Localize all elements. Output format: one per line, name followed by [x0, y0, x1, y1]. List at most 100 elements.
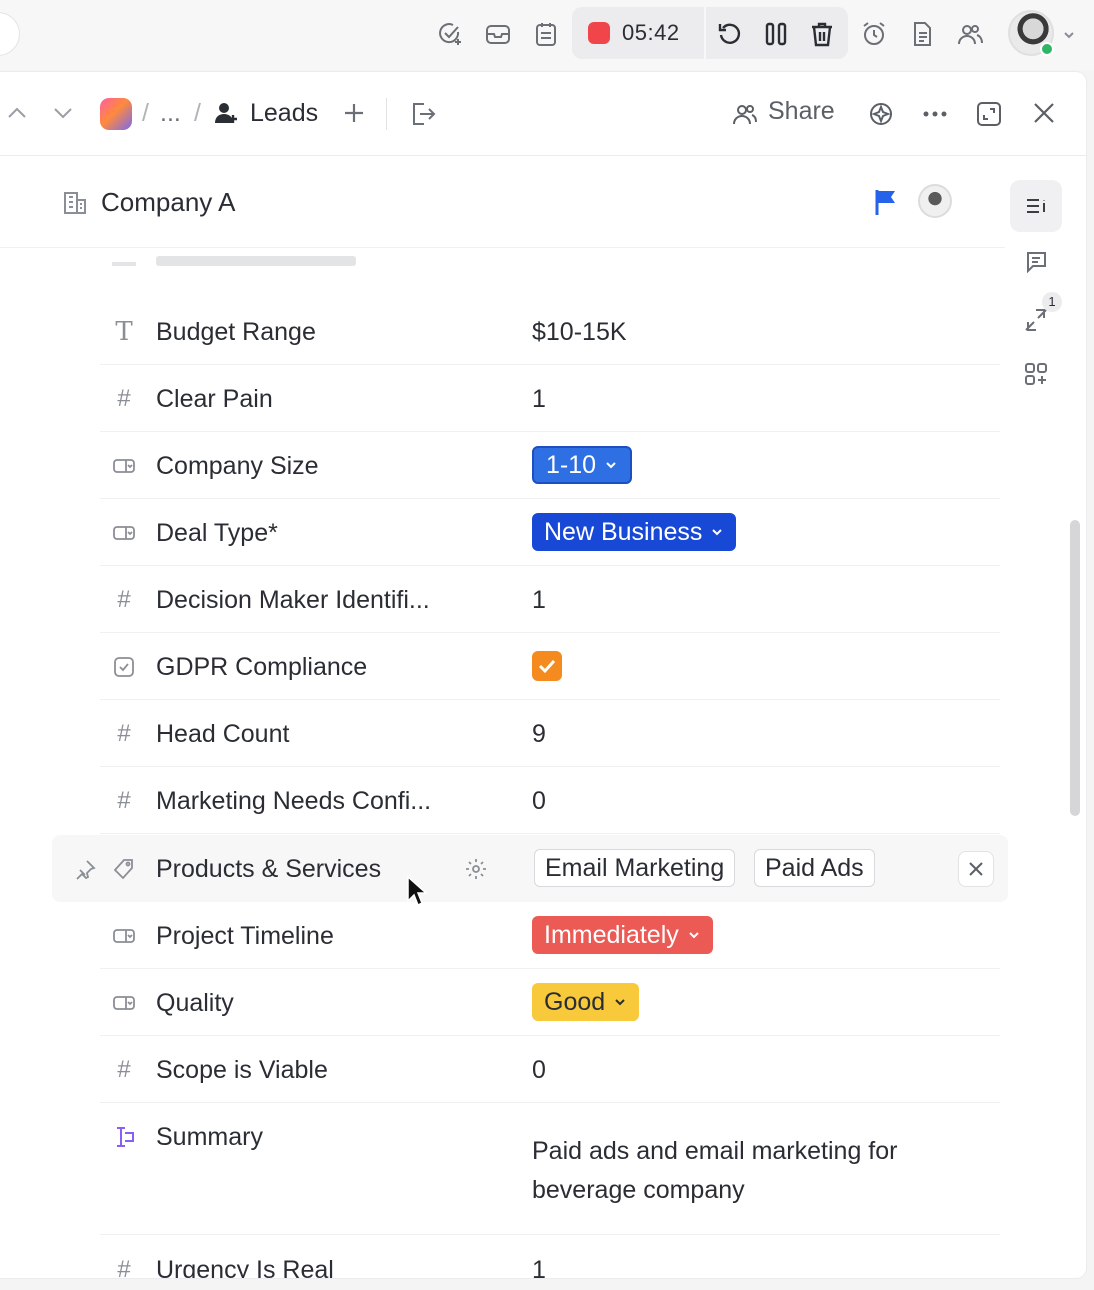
- field-row-head-count[interactable]: # Head Count 9: [100, 700, 1000, 767]
- field-row-scope-viable[interactable]: # Scope is Viable 0: [100, 1036, 1000, 1103]
- breadcrumb-ellipsis[interactable]: ...: [160, 99, 181, 128]
- hash-icon: #: [117, 787, 131, 814]
- tag-icon: [112, 857, 136, 881]
- expand-icon[interactable]: [976, 101, 1002, 127]
- close-icon: [969, 862, 983, 876]
- field-label: Urgency Is Real: [156, 1256, 334, 1278]
- clear-field-button[interactable]: [958, 851, 994, 887]
- chevron-down-icon: [615, 999, 625, 1006]
- summary-line-2[interactable]: beverage company: [532, 1176, 745, 1205]
- chevron-down-icon: [689, 932, 699, 939]
- field-settings-icon[interactable]: [458, 853, 494, 885]
- field-value[interactable]: $10-15K: [532, 318, 627, 347]
- system-toolbar: 05:42: [0, 0, 1094, 70]
- assignee-avatar[interactable]: [918, 184, 952, 218]
- task-header: / ... / Leads Share: [0, 72, 1086, 156]
- record-icon[interactable]: [588, 22, 610, 44]
- field-value[interactable]: 0: [532, 1056, 546, 1085]
- quality-dropdown[interactable]: Good: [532, 983, 640, 1021]
- field-row-budget-range[interactable]: T Budget Range $10-15K: [100, 298, 1000, 365]
- doc-icon[interactable]: [908, 20, 936, 48]
- chevron-down-icon[interactable]: [1062, 28, 1076, 42]
- check-add-icon[interactable]: [436, 20, 464, 48]
- more-options-icon[interactable]: [922, 110, 948, 118]
- field-label: Decision Maker Identifi...: [156, 586, 430, 614]
- apps-icon[interactable]: [1010, 348, 1062, 400]
- field-row-project-timeline[interactable]: Project Timeline Immediately: [100, 902, 1000, 969]
- share-icon[interactable]: [732, 101, 758, 127]
- field-label: Head Count: [156, 720, 290, 748]
- field-row-summary[interactable]: Summary Paid ads and email marketing for…: [100, 1103, 1000, 1235]
- page-title[interactable]: Company A: [101, 187, 235, 218]
- chevron-down-icon[interactable]: [52, 104, 74, 122]
- undo-icon[interactable]: [716, 20, 744, 48]
- building-icon: [62, 189, 88, 215]
- recording-timer: 05:42: [622, 20, 680, 45]
- pause-icon[interactable]: [762, 20, 790, 48]
- field-row-gdpr[interactable]: GDPR Compliance: [100, 633, 1000, 700]
- alarm-icon[interactable]: [860, 20, 888, 48]
- field-label: GDPR Compliance: [156, 653, 368, 681]
- deal-type-dropdown[interactable]: New Business: [532, 513, 737, 551]
- gdpr-checkbox[interactable]: [532, 651, 562, 681]
- app-logo-icon[interactable]: [100, 98, 132, 130]
- field-row-marketing-needs[interactable]: # Marketing Needs Confi... 0: [100, 767, 1000, 834]
- inbox-icon[interactable]: [484, 20, 512, 48]
- hash-icon: #: [117, 1256, 131, 1279]
- company-size-dropdown[interactable]: 1-10: [532, 446, 633, 484]
- field-row-deal-type[interactable]: Deal Type* New Business: [100, 499, 1000, 566]
- details-panel-button[interactable]: [1010, 180, 1062, 232]
- dropdown-value: New Business: [544, 518, 703, 546]
- field-label: Clear Pain: [156, 385, 273, 413]
- close-icon[interactable]: [1032, 101, 1056, 125]
- field-value[interactable]: 0: [532, 787, 546, 816]
- notepad-icon[interactable]: [532, 20, 560, 48]
- check-icon: [538, 659, 556, 674]
- label-tag-paid-ads[interactable]: Paid Ads: [754, 849, 875, 887]
- field-row-products-services[interactable]: Products & Services Email Marketing Paid…: [52, 835, 1008, 907]
- label-tag-email-marketing[interactable]: Email Marketing: [534, 849, 736, 887]
- field-label: Summary: [156, 1123, 263, 1151]
- people-icon[interactable]: [956, 20, 984, 48]
- automation-icon[interactable]: [868, 101, 894, 127]
- activity-count-badge: 1: [1042, 292, 1062, 312]
- field-value[interactable]: 1: [532, 385, 546, 414]
- field-value[interactable]: 1: [532, 586, 546, 615]
- share-button[interactable]: Share: [768, 97, 835, 126]
- add-icon[interactable]: [342, 101, 366, 125]
- field-row-clear-pain[interactable]: # Clear Pain 1: [100, 365, 1000, 432]
- breadcrumb-separator: /: [194, 99, 201, 127]
- breadcrumb-separator: /: [142, 99, 149, 127]
- field-row-company-size[interactable]: Company Size 1-10: [100, 432, 1000, 499]
- scrollbar[interactable]: [1070, 520, 1080, 816]
- avatar[interactable]: [1008, 10, 1054, 56]
- field-value[interactable]: 1: [532, 1256, 546, 1278]
- move-task-icon[interactable]: [410, 101, 436, 127]
- field-row-decision-maker[interactable]: # Decision Maker Identifi... 1: [100, 566, 1000, 633]
- project-timeline-dropdown[interactable]: Immediately: [532, 916, 713, 954]
- priority-flag-icon[interactable]: [874, 188, 898, 216]
- pin-icon[interactable]: [74, 859, 96, 881]
- collapsed-sidebar-button[interactable]: [0, 12, 20, 56]
- dropdown-value: 1-10: [546, 451, 597, 479]
- dropdown-value: Good: [544, 988, 606, 1016]
- trash-icon[interactable]: [808, 20, 836, 48]
- comments-icon[interactable]: [1010, 236, 1062, 288]
- chevron-down-icon: [606, 462, 616, 469]
- chevron-up-icon[interactable]: [6, 104, 28, 122]
- checkbox-field-icon: [112, 655, 136, 679]
- dropdown-value: Immediately: [544, 921, 679, 949]
- field-value[interactable]: 9: [532, 720, 546, 749]
- activity-icon[interactable]: 1: [1010, 292, 1062, 344]
- field-row-quality[interactable]: Quality Good: [100, 969, 1000, 1036]
- breadcrumb-list-name[interactable]: Leads: [250, 99, 318, 128]
- scrolled-field-row: [112, 250, 512, 280]
- divider: [386, 98, 387, 130]
- field-label: Products & Services: [156, 855, 382, 883]
- summary-line-1[interactable]: Paid ads and email marketing for: [532, 1137, 897, 1166]
- ai-summary-icon: [112, 1125, 136, 1149]
- field-label: Budget Range: [156, 318, 316, 346]
- hash-icon: #: [117, 385, 131, 412]
- hash-icon: #: [117, 1056, 131, 1083]
- field-row-urgency[interactable]: # Urgency Is Real 1: [100, 1236, 1000, 1278]
